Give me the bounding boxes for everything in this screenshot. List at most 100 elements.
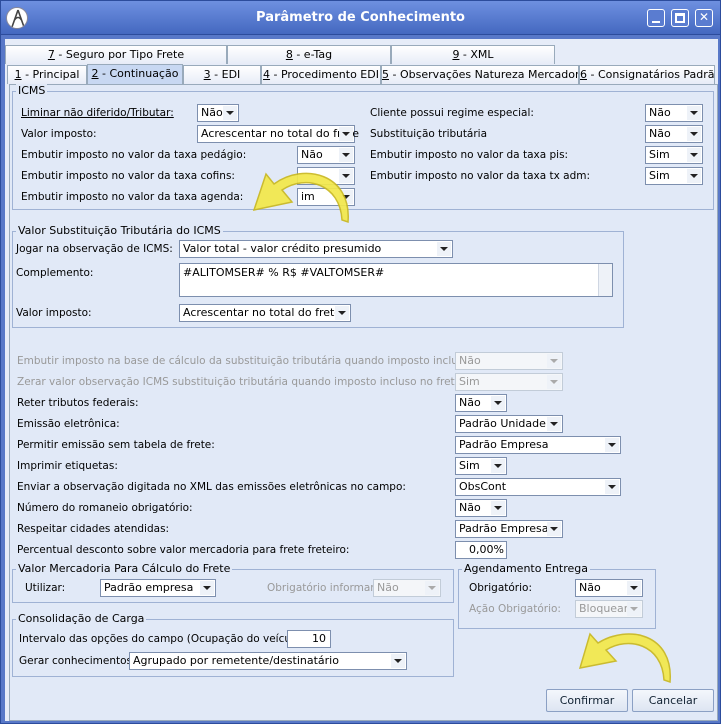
intervalo-input[interactable]: 10 bbox=[287, 630, 331, 648]
embutir-pedagio-label: Embutir imposto no valor da taxa pedágio… bbox=[21, 149, 247, 161]
embutir-pedagio-select[interactable]: Não bbox=[297, 146, 355, 164]
gerar-select[interactable]: Agrupado por remetente/destinatário bbox=[129, 652, 407, 670]
agenda-group: Agendamento Entrega Obrigatório: Não Açã… bbox=[458, 562, 656, 629]
intervalo-label: Intervalo das opções do campo (Ocupação … bbox=[19, 633, 309, 645]
chevron-down-icon[interactable] bbox=[491, 396, 505, 410]
maximize-button[interactable] bbox=[671, 9, 689, 27]
title-bar[interactable]: Parâmetro de Conhecimento ✕ bbox=[1, 1, 720, 35]
agenda-obrigatorio-select[interactable]: Não bbox=[575, 579, 643, 597]
combo-value: Não bbox=[377, 581, 399, 594]
utilizar-select[interactable]: Padrão empresa bbox=[100, 579, 216, 597]
chevron-down-icon bbox=[547, 354, 561, 368]
chevron-down-icon[interactable] bbox=[687, 169, 701, 183]
vst-legend: Valor Substituição Tributária do ICMS bbox=[16, 224, 223, 237]
chevron-down-icon[interactable] bbox=[687, 106, 701, 120]
confirm-button[interactable]: Confirmar bbox=[546, 689, 628, 712]
combo-value: Padrão Empresa bbox=[459, 438, 549, 451]
combo-value: Não bbox=[579, 581, 601, 594]
chevron-down-icon[interactable] bbox=[491, 459, 505, 473]
tab-label: - Consignatários Padrão bbox=[587, 68, 715, 81]
chevron-down-icon[interactable] bbox=[627, 581, 641, 595]
zerar-select: Sim bbox=[455, 373, 563, 391]
chevron-down-icon[interactable] bbox=[547, 522, 561, 536]
romaneio-select[interactable]: Não bbox=[455, 499, 507, 517]
enviar-select[interactable]: ObsCont bbox=[455, 478, 621, 496]
emissao-select[interactable]: Padrão Unidade bbox=[455, 415, 563, 433]
combo-value: Agrupado por remetente/destinatário bbox=[133, 654, 339, 667]
chevron-down-icon[interactable] bbox=[391, 654, 405, 668]
embutir-pis-select[interactable]: Sim bbox=[645, 146, 703, 164]
window-title: Parâmetro de Conhecimento bbox=[256, 10, 465, 25]
tab-seguro[interactable]: 7 - Seguro por Tipo Frete bbox=[5, 45, 227, 64]
substituicao-label: Substituição tributária bbox=[370, 128, 488, 140]
chevron-down-icon bbox=[425, 581, 439, 595]
permitir-label: Permitir emissão sem tabela de frete: bbox=[17, 439, 215, 451]
tab-procedimento-edi[interactable]: 4 - Procedimento EDI bbox=[261, 65, 381, 84]
scrollbar[interactable] bbox=[598, 264, 612, 296]
vst-group: Valor Substituição Tributária do ICMS Jo… bbox=[12, 224, 624, 328]
combo-value: Padrão Empresa bbox=[459, 522, 549, 535]
maximize-icon bbox=[675, 13, 685, 23]
cliente-regime-label: Cliente possui regime especial: bbox=[370, 107, 534, 119]
reter-label: Reter tributos federais: bbox=[17, 397, 139, 409]
tab-num: 8 bbox=[285, 48, 293, 61]
chevron-down-icon[interactable] bbox=[547, 417, 561, 431]
chevron-down-icon[interactable] bbox=[491, 501, 505, 515]
chevron-down-icon[interactable] bbox=[223, 106, 237, 120]
vm-legend: Valor Mercadoria Para Cálculo do Frete bbox=[16, 562, 233, 575]
embutir-agenda-label: Embutir imposto no valor da taxa agenda: bbox=[21, 191, 244, 203]
tab-label: - Seguro por Tipo Frete bbox=[54, 48, 185, 61]
chevron-down-icon[interactable] bbox=[437, 242, 451, 256]
respeitar-select[interactable]: Padrão Empresa bbox=[455, 520, 563, 538]
chevron-down-icon[interactable] bbox=[605, 438, 619, 452]
cancel-button[interactable]: Cancelar bbox=[632, 689, 714, 712]
complemento-label: Complemento: bbox=[16, 267, 94, 279]
embutir-txadm-select[interactable]: Sim bbox=[645, 167, 703, 185]
valor-imposto-select[interactable]: Acrescentar no total do frete bbox=[197, 125, 359, 143]
vm-obrigatorio-select: Não bbox=[373, 579, 441, 597]
tab-consignatarios[interactable]: 6 - Consignatários Padrão bbox=[579, 65, 715, 84]
combo-value: ObsCont bbox=[459, 480, 507, 493]
percentual-input[interactable]: 0,00% bbox=[455, 541, 507, 559]
chevron-down-icon[interactable] bbox=[687, 148, 701, 162]
tab-num: 7 bbox=[47, 48, 55, 61]
reter-select[interactable]: Não bbox=[455, 394, 507, 412]
complemento-textarea[interactable]: #ALITOMSER# % R$ #VALTOMSER# bbox=[179, 263, 613, 297]
tab-label: - Continuação bbox=[98, 67, 179, 80]
close-button[interactable]: ✕ bbox=[695, 9, 713, 27]
curved-arrow-icon bbox=[578, 632, 671, 684]
embutir-pis-label: Embutir imposto no valor da taxa pis: bbox=[370, 149, 569, 161]
chevron-down-icon[interactable] bbox=[335, 306, 349, 320]
combo-value: Sim bbox=[649, 169, 670, 182]
minimize-button[interactable] bbox=[647, 9, 665, 27]
chevron-down-icon[interactable] bbox=[605, 480, 619, 494]
jogar-select[interactable]: Valor total - valor crédito presumido bbox=[179, 240, 453, 258]
imprimir-select[interactable]: Sim bbox=[455, 457, 507, 475]
tab-observacoes[interactable]: 5 - Observações Natureza Mercadoria bbox=[381, 65, 579, 84]
chevron-down-icon[interactable] bbox=[200, 581, 214, 595]
tab-etag[interactable]: 8 - e-Tag bbox=[227, 45, 391, 64]
substituicao-select[interactable]: Não bbox=[645, 125, 703, 143]
permitir-select[interactable]: Padrão Empresa bbox=[455, 436, 621, 454]
liminar-select[interactable]: Não bbox=[197, 104, 239, 122]
complemento-value: #ALITOMSER# % R$ #VALTOMSER# bbox=[183, 266, 385, 279]
chevron-down-icon[interactable] bbox=[339, 127, 353, 141]
combo-value: Não bbox=[649, 106, 671, 119]
chevron-down-icon[interactable] bbox=[687, 127, 701, 141]
valor-imposto-label: Valor imposto: bbox=[21, 128, 97, 140]
tab-num: 4 bbox=[263, 68, 271, 81]
minimize-icon bbox=[652, 21, 660, 23]
agenda-obrigatorio-label: Obrigatório: bbox=[469, 582, 532, 594]
consol-legend: Consolidação de Carga bbox=[16, 612, 147, 625]
chevron-down-icon[interactable] bbox=[339, 148, 353, 162]
tab-continuacao[interactable]: 2 - Continuação bbox=[87, 64, 183, 85]
close-icon: ✕ bbox=[698, 10, 710, 24]
tab-xml[interactable]: 9 - XML bbox=[391, 45, 555, 64]
cliente-regime-select[interactable]: Não bbox=[645, 104, 703, 122]
tab-principal[interactable]: 1 - Principal bbox=[7, 65, 87, 84]
icms-legend: ICMS bbox=[16, 84, 48, 97]
combo-value: Acrescentar no total do frete bbox=[183, 306, 342, 319]
respeitar-label: Respeitar cidades atendidas: bbox=[17, 523, 170, 535]
vst-valor-imposto-select[interactable]: Acrescentar no total do frete bbox=[179, 304, 351, 322]
tab-edi[interactable]: 3 - EDI bbox=[183, 65, 261, 84]
